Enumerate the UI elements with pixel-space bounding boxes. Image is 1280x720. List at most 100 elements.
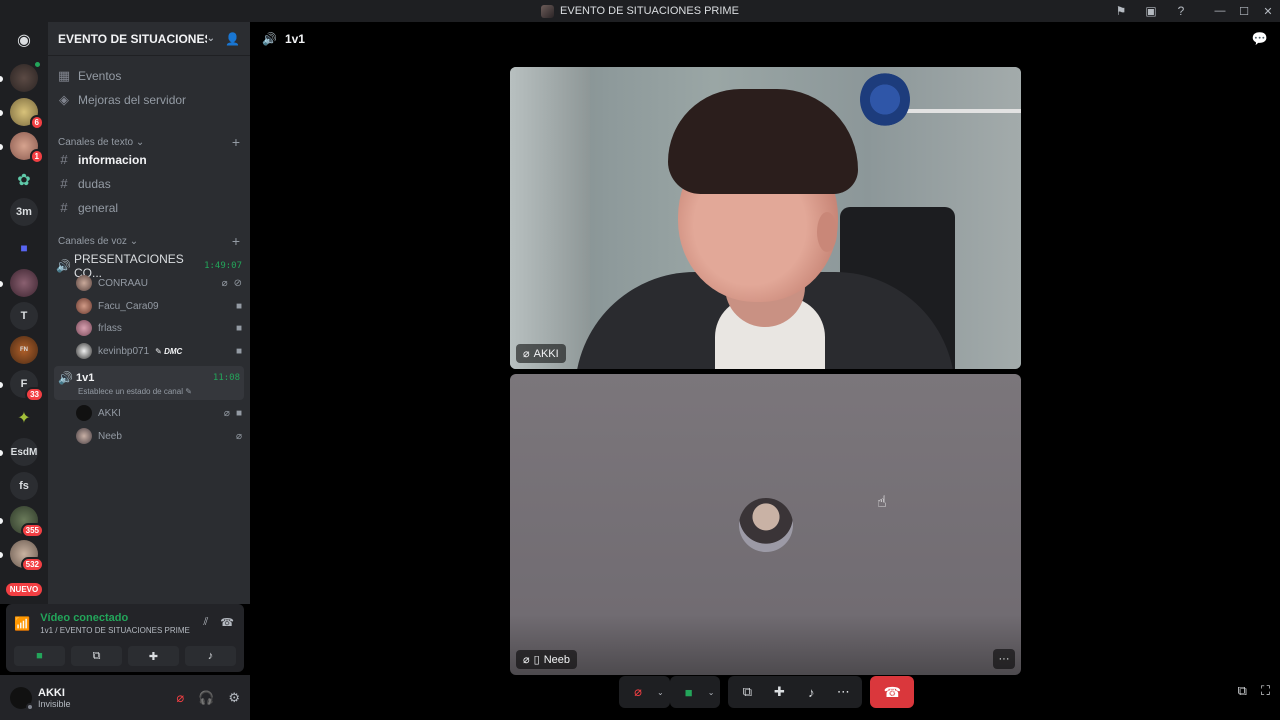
- avatar: [76, 343, 92, 359]
- discord-home-icon[interactable]: ◉: [10, 26, 38, 54]
- camera-icon: ■: [36, 650, 43, 662]
- server-avatar[interactable]: 1: [10, 132, 44, 164]
- participant-name-tag: ⌀ AKKI: [516, 344, 566, 363]
- server-avatar[interactable]: [10, 60, 42, 92]
- mic-muted-icon: ⌀: [221, 277, 228, 289]
- camera-control: ■ ⌄: [669, 676, 721, 708]
- mic-muted-icon: ⌀: [523, 348, 530, 360]
- signal-icon[interactable]: 📶: [14, 616, 30, 632]
- server-avatar[interactable]: fs: [10, 472, 38, 500]
- minimize-icon[interactable]: —: [1208, 0, 1232, 22]
- more-options-button[interactable]: ···: [993, 649, 1015, 669]
- hash-icon: #: [60, 152, 68, 167]
- screen-share-icon: ⧉: [92, 649, 101, 662]
- voice-channel-1v1[interactable]: 🔊 1v1 11:08 Establece un estado de canal…: [54, 366, 244, 400]
- hash-icon: #: [60, 200, 68, 215]
- voice-user[interactable]: kevinbp071 ✎ DMC ■: [76, 343, 242, 359]
- avatar[interactable]: [10, 686, 34, 711]
- flag-icon[interactable]: ⚑: [1106, 0, 1136, 22]
- more-icon[interactable]: ⋯: [830, 679, 856, 705]
- disconnect-icon[interactable]: ☎: [220, 616, 234, 629]
- soundboard-icon[interactable]: ♪: [798, 679, 824, 705]
- guild-header[interactable]: EVENTO DE SITUACIONES ... ⌄ 👤: [48, 22, 250, 56]
- avatar: [76, 275, 92, 291]
- screen-share-button[interactable]: ⧉: [71, 646, 122, 666]
- server-avatar[interactable]: T: [10, 302, 38, 330]
- sidebar-item-boosts[interactable]: ◈ Mejoras del servidor: [56, 92, 242, 108]
- avatar: [76, 298, 92, 314]
- chevron-down-icon[interactable]: ⌄: [708, 688, 715, 697]
- channel-header: 🔊 1v1: [250, 22, 1280, 56]
- avatar: [76, 428, 92, 444]
- new-badge[interactable]: NUEVO: [6, 583, 42, 596]
- voice-user[interactable]: AKKI ⌀ ■: [76, 405, 242, 421]
- soundboard-icon: ♪: [207, 650, 214, 662]
- decoration: [860, 72, 910, 127]
- folder-icon[interactable]: ■: [10, 234, 38, 262]
- server-avatar[interactable]: [10, 269, 38, 297]
- fullscreen-icon[interactable]: ⛶: [1261, 683, 1270, 699]
- channel-general[interactable]: # general: [56, 200, 242, 215]
- voice-connection-panel: 📶 Vídeo conectado 1v1 / EVENTO DE SITUAC…: [6, 604, 244, 672]
- camera-icon: ■: [235, 345, 242, 357]
- close-icon[interactable]: ✕: [1256, 0, 1280, 22]
- mic-muted-icon[interactable]: ⌀: [625, 679, 651, 705]
- server-avatar[interactable]: ✦: [10, 404, 38, 432]
- chat-icon[interactable]: 💬: [1252, 31, 1268, 47]
- username: AKKI: [38, 686, 65, 699]
- activities-icon[interactable]: ✚: [766, 679, 792, 705]
- maximize-icon[interactable]: ☐: [1232, 0, 1256, 22]
- server-avatar[interactable]: F 33: [10, 370, 44, 402]
- voice-user[interactable]: CONRAAU ⌀ ⊘: [76, 275, 242, 291]
- channel-sidebar: EVENTO DE SITUACIONES ... ⌄ 👤 ▦ Eventos …: [48, 22, 250, 604]
- status-indicator: [26, 702, 34, 711]
- pencil-icon: ✎: [185, 387, 192, 396]
- mic-muted-icon: ⌀: [223, 407, 230, 419]
- server-avatar[interactable]: FN: [10, 336, 38, 364]
- voice-user[interactable]: Neeb ⌀: [76, 428, 242, 444]
- gear-icon[interactable]: ⚙: [228, 690, 240, 706]
- action-controls: ⧉ ✚ ♪ ⋯: [728, 676, 863, 708]
- channel-status-hint[interactable]: Establece un estado de canal ✎: [78, 387, 192, 396]
- hangup-icon: ☎: [883, 683, 902, 700]
- disconnect-button[interactable]: ☎: [870, 676, 915, 708]
- video-tile-neeb[interactable]: ⌀ ▯ Neeb ···: [510, 374, 1021, 675]
- sidebar-item-events[interactable]: ▦ Eventos: [56, 68, 242, 84]
- help-icon[interactable]: ?: [1166, 0, 1196, 22]
- server-avatar[interactable]: 532: [10, 540, 44, 572]
- popout-icon[interactable]: ⧉: [1238, 683, 1247, 699]
- avatar: [76, 405, 92, 421]
- camera-icon[interactable]: ■: [676, 679, 702, 705]
- category-text[interactable]: Canales de texto ⌄ +: [58, 134, 240, 150]
- mic-muted-icon[interactable]: ⌀: [176, 690, 184, 706]
- server-avatar[interactable]: EsdM: [10, 438, 38, 466]
- voice-user[interactable]: Facu_Cara09 ■: [76, 298, 242, 314]
- screen-share-icon[interactable]: ⧉: [734, 679, 760, 705]
- server-avatar[interactable]: ✿: [10, 166, 38, 194]
- invite-people-icon[interactable]: 👤: [225, 32, 240, 46]
- activities-button[interactable]: ✚: [128, 646, 179, 666]
- connection-status: Vídeo conectado: [40, 612, 129, 624]
- category-voice[interactable]: Canales de voz ⌄ +: [58, 233, 240, 249]
- camera-icon: ■: [235, 407, 242, 419]
- chevron-down-icon[interactable]: ⌄: [657, 688, 664, 697]
- server-avatar[interactable]: 6: [10, 98, 44, 130]
- video-tile-akki[interactable]: ⌀ AKKI: [510, 67, 1021, 369]
- soundboard-button[interactable]: ♪: [185, 646, 236, 666]
- connection-location[interactable]: 1v1 / EVENTO DE SITUACIONES PRIME: [40, 626, 190, 635]
- speaker-icon: 🔊: [262, 32, 277, 46]
- voice-user[interactable]: frlass ■: [76, 320, 242, 336]
- participant-name-tag: ⌀ ▯ Neeb: [516, 650, 577, 669]
- camera-toggle-button[interactable]: ■: [14, 646, 65, 666]
- channel-dudas[interactable]: # dudas: [56, 176, 242, 191]
- server-avatar[interactable]: 3m: [10, 198, 38, 226]
- headphones-icon[interactable]: 🎧: [198, 690, 214, 706]
- noise-suppression-icon[interactable]: ⫽: [203, 616, 208, 629]
- add-channel-icon[interactable]: +: [232, 233, 240, 249]
- monitor-icon[interactable]: ▣: [1136, 0, 1166, 22]
- hand-cursor-icon: ☝: [877, 494, 887, 511]
- mic-muted-icon: ⌀: [235, 430, 242, 442]
- add-channel-icon[interactable]: +: [232, 134, 240, 150]
- channel-informacion[interactable]: # informacion: [56, 152, 242, 167]
- server-avatar[interactable]: 355: [10, 506, 44, 538]
